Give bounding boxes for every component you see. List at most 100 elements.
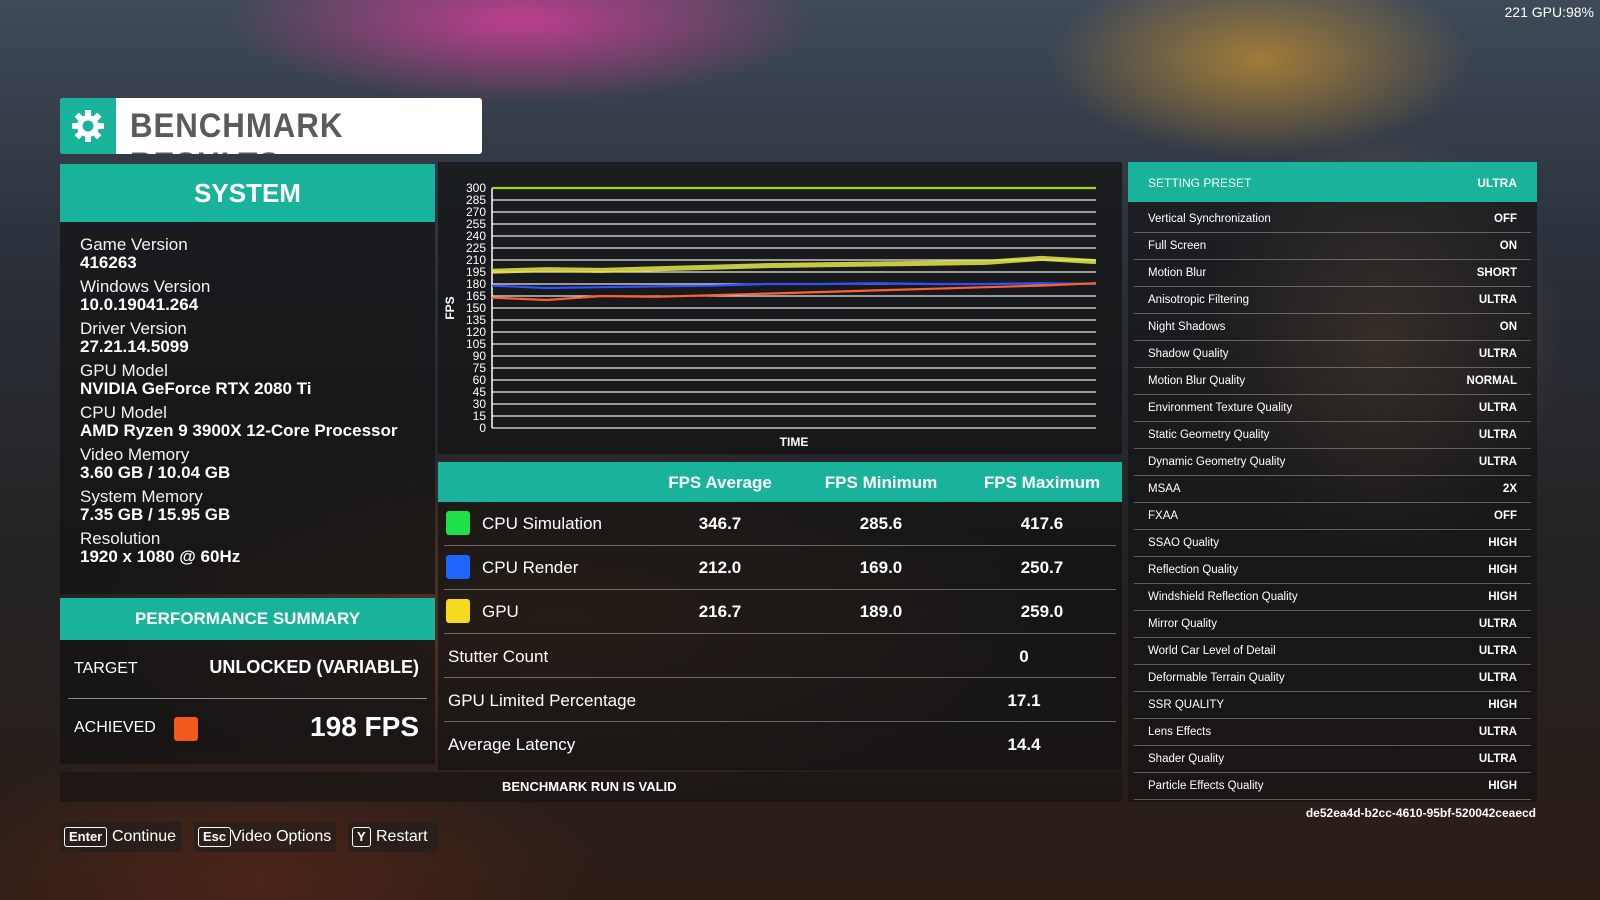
setting-value: ULTRA bbox=[1478, 429, 1517, 441]
setting-label: Mirror Quality bbox=[1148, 618, 1218, 630]
stat-name: Stutter Count bbox=[448, 647, 549, 666]
setting-value: ULTRA bbox=[1478, 348, 1517, 360]
row-name: CPU Render bbox=[482, 558, 579, 577]
setting-label: Anisotropic Filtering bbox=[1148, 294, 1249, 306]
setting-preset-label: SETTING PRESET bbox=[1148, 176, 1252, 190]
validity-banner: BENCHMARK RUN IS VALID bbox=[60, 772, 1122, 802]
setting-row: Lens Effects ULTRA bbox=[1134, 719, 1531, 746]
series-line bbox=[491, 282, 1097, 302]
setting-row: Vertical Synchronization OFF bbox=[1134, 206, 1531, 233]
system-item: Game Version 416263 bbox=[80, 236, 435, 272]
validity-text: BENCHMARK RUN IS VALID bbox=[502, 779, 677, 794]
system-item-value: 416263 bbox=[80, 253, 137, 272]
setting-row: SSR QUALITY HIGH bbox=[1134, 692, 1531, 719]
stat-value: 0 bbox=[1019, 647, 1029, 666]
y-tick-label: 105 bbox=[466, 337, 486, 351]
setting-label: Deformable Terrain Quality bbox=[1148, 672, 1285, 684]
continue-label: Continue bbox=[112, 828, 177, 845]
target-label: TARGET bbox=[74, 660, 138, 677]
setting-label: Shadow Quality bbox=[1148, 348, 1229, 360]
system-item: Video Memory 3.60 GB / 10.04 GB bbox=[80, 446, 435, 482]
performance-summary-title: PERFORMANCE SUMMARY bbox=[60, 598, 435, 640]
row-max: 259.0 bbox=[1020, 602, 1064, 621]
setting-label: Night Shadows bbox=[1148, 321, 1226, 333]
system-item-value: AMD Ryzen 9 3900X 12-Core Processor bbox=[80, 421, 398, 440]
system-item: GPU Model NVIDIA GeForce RTX 2080 Ti bbox=[80, 362, 435, 398]
setting-row: Anisotropic Filtering ULTRA bbox=[1134, 287, 1531, 314]
setting-value: ULTRA bbox=[1478, 672, 1517, 684]
row-name: GPU bbox=[482, 602, 519, 621]
video-options-button[interactable]: Esc Video Options bbox=[194, 822, 336, 852]
row-min: 169.0 bbox=[859, 558, 903, 577]
setting-label: Motion Blur bbox=[1148, 267, 1207, 279]
setting-row: Full Screen ON bbox=[1134, 233, 1531, 260]
setting-label: Reflection Quality bbox=[1148, 564, 1239, 576]
y-tick-label: 255 bbox=[466, 217, 486, 231]
system-item: Windows Version 10.0.19041.264 bbox=[80, 278, 435, 314]
y-tick-label: 270 bbox=[466, 205, 486, 219]
table-row: CPU Render 212.0 169.0 250.7 bbox=[444, 546, 1116, 590]
setting-row: Dynamic Geometry Quality ULTRA bbox=[1134, 449, 1531, 476]
system-item-value: NVIDIA GeForce RTX 2080 Ti bbox=[80, 379, 312, 398]
fps-overlay: 221 GPU:98% bbox=[1504, 4, 1595, 20]
setting-label: Environment Texture Quality bbox=[1148, 402, 1293, 414]
continue-button[interactable]: Enter Continue bbox=[60, 822, 182, 852]
setting-label: Motion Blur Quality bbox=[1148, 375, 1246, 387]
setting-row: Shader Quality ULTRA bbox=[1134, 746, 1531, 773]
setting-preset-row: SETTING PRESET ULTRA bbox=[1128, 162, 1537, 202]
cpu-render-swatch bbox=[446, 555, 470, 579]
row-name: CPU Simulation bbox=[482, 514, 602, 533]
setting-value: ULTRA bbox=[1478, 726, 1517, 738]
setting-row: World Car Level of Detail ULTRA bbox=[1134, 638, 1531, 665]
setting-label: FXAA bbox=[1148, 510, 1179, 522]
system-item-value: 27.21.14.5099 bbox=[80, 337, 189, 356]
setting-value: HIGH bbox=[1488, 591, 1517, 603]
setting-value: HIGH bbox=[1488, 780, 1517, 792]
y-tick-label: 180 bbox=[466, 277, 486, 291]
table-row: CPU Simulation 346.7 285.6 417.6 bbox=[444, 502, 1116, 546]
system-item-label: CPU Model bbox=[80, 403, 167, 422]
setting-value: HIGH bbox=[1488, 537, 1517, 549]
system-item-label: System Memory bbox=[80, 487, 203, 506]
achieved-label: ACHIEVED bbox=[74, 719, 156, 736]
system-item-label: GPU Model bbox=[80, 361, 168, 380]
setting-value: ON bbox=[1499, 321, 1517, 333]
y-tick-label: 165 bbox=[466, 289, 486, 303]
setting-value: OFF bbox=[1494, 510, 1517, 522]
setting-row: Windshield Reflection Quality HIGH bbox=[1134, 584, 1531, 611]
setting-row: MSAA 2X bbox=[1134, 476, 1531, 503]
setting-row: SSAO Quality HIGH bbox=[1134, 530, 1531, 557]
system-item: System Memory 7.35 GB / 15.95 GB bbox=[80, 488, 435, 524]
gear-icon bbox=[60, 98, 116, 154]
stat-name: Average Latency bbox=[448, 735, 576, 754]
target-value: UNLOCKED (VARIABLE) bbox=[209, 657, 419, 677]
setting-label: World Car Level of Detail bbox=[1148, 645, 1276, 657]
fps-chart-panel: 0 15 30 45 60 75 90 105 120 135 150 165 180 195 210 225… bbox=[438, 162, 1122, 454]
run-id: de52ea4d-b2cc-4610-95bf-520042ceaecd bbox=[1305, 806, 1536, 820]
setting-label: Shader Quality bbox=[1148, 753, 1225, 765]
setting-value: ULTRA bbox=[1478, 402, 1517, 414]
row-avg: 346.7 bbox=[698, 514, 742, 533]
benchmark-header: BENCHMARK RESULTS bbox=[60, 98, 482, 154]
setting-row: Shadow Quality ULTRA bbox=[1134, 341, 1531, 368]
y-tick-label: 150 bbox=[466, 301, 486, 315]
performance-summary-panel: PERFORMANCE SUMMARY TARGET UNLOCKED (VAR… bbox=[60, 598, 435, 764]
stat-name: GPU Limited Percentage bbox=[448, 691, 637, 710]
setting-value: HIGH bbox=[1488, 564, 1517, 576]
setting-label: Dynamic Geometry Quality bbox=[1148, 456, 1286, 468]
video-options-label: Video Options bbox=[231, 828, 332, 845]
row-max: 250.7 bbox=[1020, 558, 1064, 577]
system-item-label: Resolution bbox=[80, 529, 161, 548]
cpu-simulation-swatch bbox=[446, 511, 470, 535]
setting-row: FXAA OFF bbox=[1134, 503, 1531, 530]
restart-button[interactable]: Y Restart bbox=[348, 822, 438, 852]
setting-label: Particle Effects Quality bbox=[1148, 780, 1264, 792]
settings-list: Vertical Synchronization OFF Full Screen ON… bbox=[1128, 206, 1537, 800]
setting-value: OFF bbox=[1494, 213, 1517, 225]
setting-row: Static Geometry Quality ULTRA bbox=[1134, 422, 1531, 449]
y-tick-label: 120 bbox=[466, 325, 486, 339]
achieved-value: 198 FPS bbox=[310, 711, 419, 742]
table-row: GPU 216.7 189.0 259.0 bbox=[444, 590, 1116, 634]
stat-row: Stutter Count 0 bbox=[444, 634, 1116, 678]
x-axis-label: TIME bbox=[780, 435, 809, 449]
